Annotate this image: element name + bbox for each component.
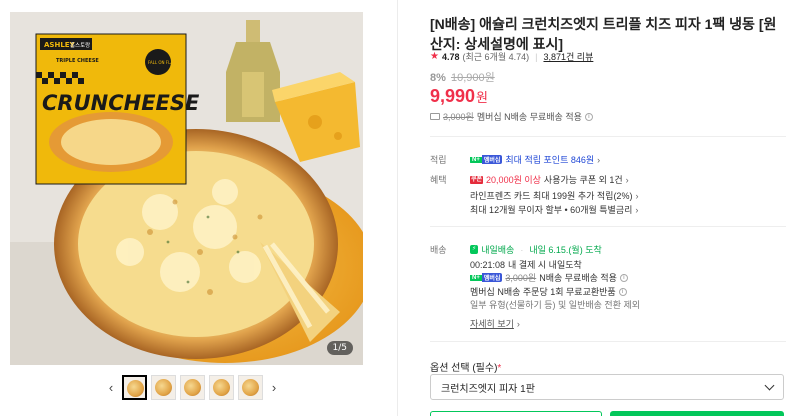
delivery-badge-row: ⚡ 내일배송 · 내일 6.15.(월) 도착	[470, 243, 602, 256]
chevron-right-icon: ›	[635, 190, 639, 201]
chevron-down-icon	[764, 380, 775, 390]
section-divider	[430, 136, 786, 137]
rating-score: 4.78	[441, 51, 460, 62]
accrue-text: 최대 적립 포인트 846원	[505, 155, 595, 165]
card-row[interactable]: 라인프렌즈 카드 최대 199원 추가 적립(2%) ›	[470, 189, 638, 202]
option-label-text: 옵션 선택 (필수)	[430, 363, 498, 374]
star-icon: ★	[430, 51, 439, 62]
buy-button[interactable]	[610, 411, 784, 416]
section-divider	[430, 226, 786, 227]
thumbnail-image	[155, 378, 172, 396]
sale-price: 9,990	[430, 86, 476, 106]
shipping-note: 3,000원 멤버십 N배송 무료배송 적용 i	[430, 110, 593, 123]
pizza-box: ASHLEY 홈스토랑 TRIPLE CHEESE FALL ON FLAVOR…	[35, 33, 200, 185]
exchange-text: 멤버십 N배송 주문당 1회 무료교환반품	[470, 287, 616, 297]
thumbnail-image	[127, 379, 144, 397]
thumbnail-2[interactable]	[151, 374, 176, 400]
delivery-more-link[interactable]: 자세히 보기	[470, 317, 514, 330]
separator: ·	[520, 244, 524, 255]
coupon-text: 사용가능 쿠폰 외 1건	[543, 175, 623, 185]
delivery-label: 배송	[430, 245, 447, 255]
rating-recent: (최근 6개월 4.74)	[462, 52, 530, 62]
rating-row: ★ 4.78 (최근 6개월 4.74) | 3,871건 리뷰	[430, 50, 593, 63]
delivery-timer-row: 00:21:08 내 결제 시 내일도착	[470, 258, 582, 271]
exchange-row: 멤버십 N배송 주문당 1회 무료교환반품 i	[470, 285, 627, 298]
shipping-note-text: 멤버십 N배송 무료배송 적용	[476, 112, 582, 122]
original-price: 10,900원	[450, 72, 495, 84]
required-mark: *	[497, 363, 502, 374]
fast-delivery-icon: ⚡	[470, 245, 479, 254]
info-icon[interactable]: i	[618, 287, 627, 296]
info-icon[interactable]: i	[584, 112, 593, 121]
discount-rate: 8%	[430, 72, 446, 84]
exclusion-text: 일부 유형(선물하기 등) 및 일반배송 전환 제외	[470, 300, 641, 310]
chevron-left-icon[interactable]: ‹	[104, 380, 118, 395]
naverpay-membership-icon: N+ 멤버십	[470, 273, 503, 282]
svg-text:TRIPLE CHEESE: TRIPLE CHEESE	[56, 58, 99, 64]
accrue-row[interactable]: N+ 멤버십 최대 적립 포인트 846원 ›	[470, 153, 600, 166]
coupon-row[interactable]: 쿠폰 20,000원 이상 사용가능 쿠폰 외 1건 ›	[470, 173, 629, 186]
thumbnail-image	[184, 378, 201, 396]
original-price-row: 8% 10,900원	[430, 69, 495, 85]
svg-text:CRUNCHEESE: CRUNCHEESE	[42, 91, 200, 115]
thumbnail-3[interactable]	[180, 374, 205, 400]
accrue-label: 적립	[430, 155, 447, 165]
thumbnail-strip: ‹ ›	[104, 374, 281, 400]
chevron-right-icon: ›	[635, 204, 639, 215]
svg-text:FALL ON FLAVOR: FALL ON FLAVOR	[148, 60, 182, 65]
pizza-photo: ASHLEY 홈스토랑 TRIPLE CHEESE FALL ON FLAVOR…	[10, 12, 363, 365]
coupon-highlight: 20,000원 이상	[486, 175, 541, 185]
truck-icon	[430, 113, 440, 120]
installment-text: 최대 12개월 무이자 할부 • 60개월 특별금리	[470, 205, 633, 215]
chevron-right-icon: ›	[625, 174, 629, 185]
naverpay-membership-icon: N+ 멤버십	[470, 155, 503, 164]
thumbnail-5[interactable]	[238, 374, 263, 400]
coupon-icon: 쿠폰	[470, 175, 484, 184]
info-icon[interactable]: i	[619, 273, 628, 282]
installment-row[interactable]: 최대 12개월 무이자 할부 • 60개월 특별금리 ›	[470, 203, 638, 216]
shipping-fee-original: 3,000원	[443, 112, 474, 122]
delivery-badge: 내일배송	[481, 245, 515, 255]
thumbnail-image	[213, 378, 230, 396]
product-main-image[interactable]: ASHLEY 홈스토랑 TRIPLE CHEESE FALL ON FLAVOR…	[10, 12, 363, 365]
chevron-right-icon: ›	[516, 318, 520, 329]
product-title: [N배송] 애슐리 크런치즈엣지 트리플 치즈 피자 1팩 냉동 [원산지: 상…	[430, 16, 777, 52]
perks-label: 혜택	[430, 175, 447, 185]
column-divider	[397, 0, 398, 416]
option-select[interactable]: 크런치즈엣지 피자 1판	[430, 374, 784, 400]
separator: |	[535, 51, 538, 62]
free-shipping-row: N+ 멤버십 3,000원 N배송 무료배송 적용 i	[470, 271, 628, 284]
card-text: 라인프렌즈 카드 최대 199원 추가 적립(2%)	[470, 191, 633, 201]
free-shipping-text: N배송 무료배송 적용	[539, 273, 617, 283]
cart-button[interactable]	[430, 411, 602, 416]
sale-price-row: 9,990원	[430, 86, 488, 107]
exclusion-row: 일부 유형(선물하기 등) 및 일반배송 전환 제외	[470, 298, 640, 311]
sale-price-unit: 원	[476, 90, 489, 105]
delivery-more-row[interactable]: 자세히 보기 ›	[470, 317, 520, 330]
chevron-right-icon[interactable]: ›	[267, 380, 281, 395]
chevron-right-icon: ›	[597, 154, 601, 165]
thumbnail-1[interactable]	[122, 374, 147, 400]
svg-text:홈스토랑: 홈스토랑	[70, 41, 90, 49]
delivery-arrival: 내일 6.15.(월) 도착	[529, 245, 602, 255]
delivery-timer-text: 내 결제 시 내일도착	[508, 260, 582, 270]
thumbnail-image	[242, 378, 259, 396]
section-divider	[430, 341, 786, 342]
option-label: 옵션 선택 (필수)*	[430, 359, 501, 374]
review-count-link[interactable]: 3,871건 리뷰	[543, 50, 593, 63]
free-shipping-original: 3,000원	[505, 273, 537, 283]
delivery-timer: 00:21:08	[470, 259, 506, 270]
image-counter: 1/5	[326, 341, 353, 355]
option-selected-value: 크런치즈엣지 피자 1판	[441, 383, 535, 395]
thumbnail-4[interactable]	[209, 374, 234, 400]
